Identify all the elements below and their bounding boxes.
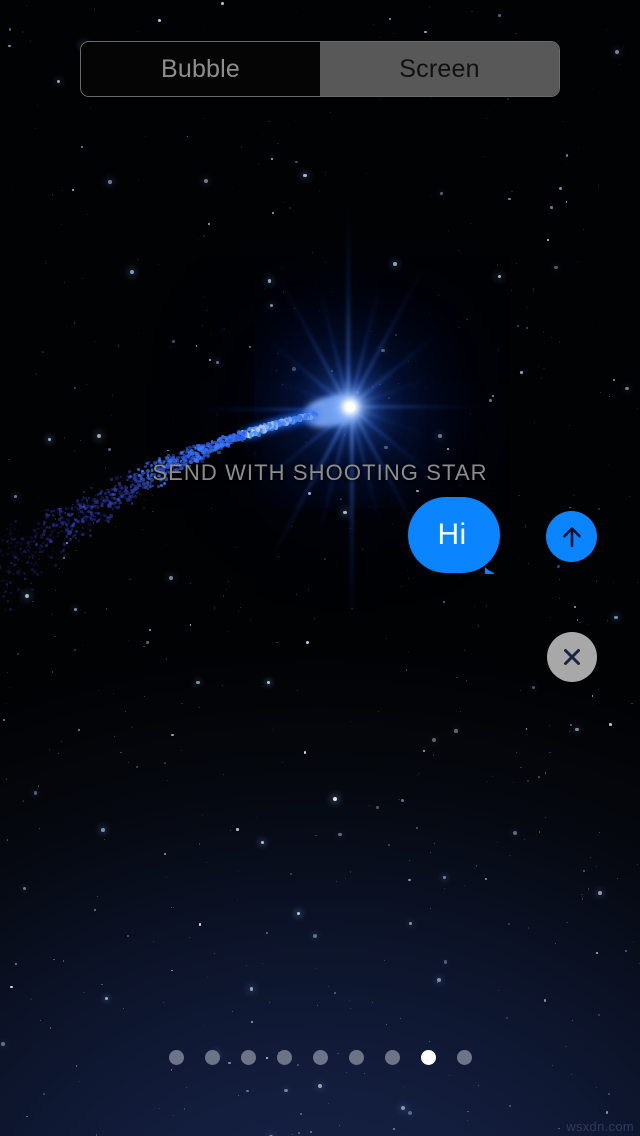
page-dot-active[interactable] (420, 1050, 436, 1065)
starfield-small (0, 0, 640, 1136)
segment-bubble[interactable]: Bubble (81, 42, 320, 96)
arrow-up-icon (562, 526, 581, 547)
send-button[interactable] (546, 511, 597, 562)
starfield-mid (0, 0, 640, 1136)
page-indicator-dots[interactable] (0, 1050, 640, 1065)
page-dot[interactable] (204, 1050, 220, 1065)
segment-screen[interactable]: Screen (320, 42, 559, 96)
page-dot[interactable] (384, 1050, 400, 1065)
close-button[interactable] (547, 632, 597, 682)
effect-caption: SEND WITH SHOOTING STAR (152, 460, 488, 485)
segment-screen-label: Screen (399, 54, 480, 83)
message-bubble-text: Hi (437, 518, 467, 551)
page-dot[interactable] (240, 1050, 256, 1065)
effect-type-segmented-control[interactable]: Bubble Screen (80, 41, 560, 97)
shooting-star-graphic (0, 110, 640, 630)
page-dot[interactable] (312, 1050, 328, 1065)
page-dot[interactable] (276, 1050, 292, 1065)
screen-effects-preview: Bubble Screen SEND WITH SHOOTING STAR Hi… (0, 0, 640, 1136)
page-dot[interactable] (456, 1050, 472, 1065)
message-bubble[interactable]: Hi (408, 497, 500, 573)
page-dot[interactable] (168, 1050, 184, 1065)
watermark: wsxdn.com (566, 1119, 634, 1134)
message-bubble-tail (485, 548, 511, 574)
page-dot[interactable] (348, 1050, 364, 1065)
segment-bubble-label: Bubble (160, 54, 241, 83)
close-x-icon (564, 649, 580, 665)
star-core (345, 402, 355, 412)
